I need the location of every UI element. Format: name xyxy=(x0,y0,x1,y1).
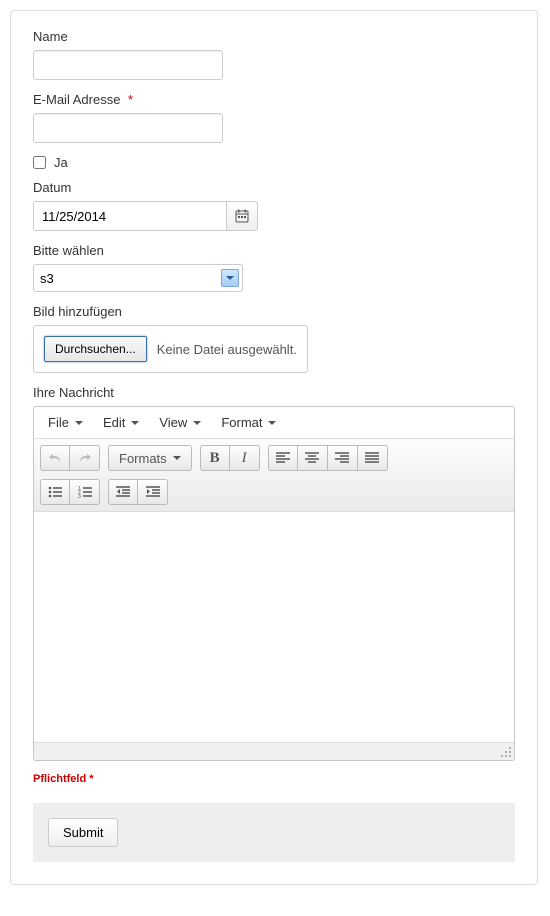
submit-row: Submit xyxy=(33,803,515,862)
file-label: Bild hinzufügen xyxy=(33,304,515,319)
undo-button[interactable] xyxy=(40,445,70,471)
number-list-icon: 123 xyxy=(78,486,92,498)
file-field: Bild hinzufügen Durchsuchen... Keine Dat… xyxy=(33,304,515,373)
toolbar-list-group: 123 xyxy=(40,479,100,505)
align-right-icon xyxy=(335,452,349,464)
email-label: E-Mail Adresse * xyxy=(33,92,515,107)
date-label: Datum xyxy=(33,180,515,195)
file-status-text: Keine Datei ausgewählt. xyxy=(157,342,297,357)
date-field: Datum xyxy=(33,180,515,231)
number-list-button[interactable]: 123 xyxy=(70,479,100,505)
email-field: E-Mail Adresse * xyxy=(33,92,515,143)
select-label: Bitte wählen xyxy=(33,243,515,258)
resize-grip-icon[interactable] xyxy=(500,746,512,758)
redo-icon xyxy=(78,452,92,464)
name-field: Name xyxy=(33,29,515,80)
message-label: Ihre Nachricht xyxy=(33,385,515,400)
editor-statusbar xyxy=(34,742,514,760)
menu-format-label: Format xyxy=(221,415,262,430)
menu-view[interactable]: View xyxy=(151,411,209,434)
ja-field: Ja xyxy=(33,155,515,170)
menu-view-label: View xyxy=(159,415,187,430)
toolbar-history-group xyxy=(40,445,100,471)
italic-icon: I xyxy=(242,450,247,467)
italic-button[interactable]: I xyxy=(230,445,260,471)
menu-file-label: File xyxy=(48,415,69,430)
name-input[interactable] xyxy=(33,50,223,80)
align-center-icon xyxy=(305,452,319,464)
email-label-text: E-Mail Adresse xyxy=(33,92,120,107)
submit-button[interactable]: Submit xyxy=(48,818,118,847)
toolbar-text-group: B I xyxy=(200,445,260,471)
editor-content-area[interactable] xyxy=(34,512,514,742)
menu-format[interactable]: Format xyxy=(213,411,284,434)
align-left-icon xyxy=(276,452,290,464)
align-justify-icon xyxy=(365,452,379,464)
caret-icon xyxy=(173,456,181,460)
select-field: Bitte wählen s3 xyxy=(33,243,515,292)
toolbar-break xyxy=(40,473,508,477)
required-legend: Pflichtfeld * xyxy=(33,773,515,785)
date-group xyxy=(33,201,258,231)
calendar-icon xyxy=(235,209,249,223)
bullet-list-button[interactable] xyxy=(40,479,70,505)
align-right-button[interactable] xyxy=(328,445,358,471)
align-left-button[interactable] xyxy=(268,445,298,471)
message-field: Ihre Nachricht File Edit View Format For… xyxy=(33,385,515,761)
menu-file[interactable]: File xyxy=(40,411,91,434)
toolbar-indent-group xyxy=(108,479,168,505)
bold-icon: B xyxy=(210,450,220,467)
editor-toolbar: Formats B I 123 xyxy=(34,439,514,512)
caret-icon xyxy=(131,421,139,425)
svg-text:3: 3 xyxy=(78,494,81,498)
align-justify-button[interactable] xyxy=(358,445,388,471)
caret-icon xyxy=(268,421,276,425)
rich-text-editor: File Edit View Format Formats B I xyxy=(33,406,515,761)
outdent-icon xyxy=(116,486,130,498)
outdent-button[interactable] xyxy=(108,479,138,505)
form-panel: Name E-Mail Adresse * Ja Datum Bitte wäh… xyxy=(10,10,538,885)
file-browse-button[interactable]: Durchsuchen... xyxy=(44,336,147,362)
file-box: Durchsuchen... Keine Datei ausgewählt. xyxy=(33,325,308,373)
email-input[interactable] xyxy=(33,113,223,143)
toolbar-formats-group: Formats xyxy=(108,445,192,471)
select-input[interactable]: s3 xyxy=(33,264,243,292)
ja-checkbox[interactable] xyxy=(33,156,46,169)
select-wrap: s3 xyxy=(33,264,243,292)
bullet-list-icon xyxy=(48,486,62,498)
caret-icon xyxy=(75,421,83,425)
indent-icon xyxy=(146,486,160,498)
formats-button[interactable]: Formats xyxy=(108,445,192,471)
editor-menubar: File Edit View Format xyxy=(34,407,514,439)
align-center-button[interactable] xyxy=(298,445,328,471)
required-asterisk: * xyxy=(128,92,133,107)
menu-edit-label: Edit xyxy=(103,415,125,430)
date-picker-button[interactable] xyxy=(226,201,258,231)
name-label: Name xyxy=(33,29,515,44)
menu-edit[interactable]: Edit xyxy=(95,411,147,434)
indent-button[interactable] xyxy=(138,479,168,505)
ja-label: Ja xyxy=(54,155,68,170)
bold-button[interactable]: B xyxy=(200,445,230,471)
redo-button[interactable] xyxy=(70,445,100,471)
date-input[interactable] xyxy=(33,201,226,231)
undo-icon xyxy=(48,452,62,464)
toolbar-align-group xyxy=(268,445,388,471)
caret-icon xyxy=(193,421,201,425)
formats-label: Formats xyxy=(119,451,167,466)
